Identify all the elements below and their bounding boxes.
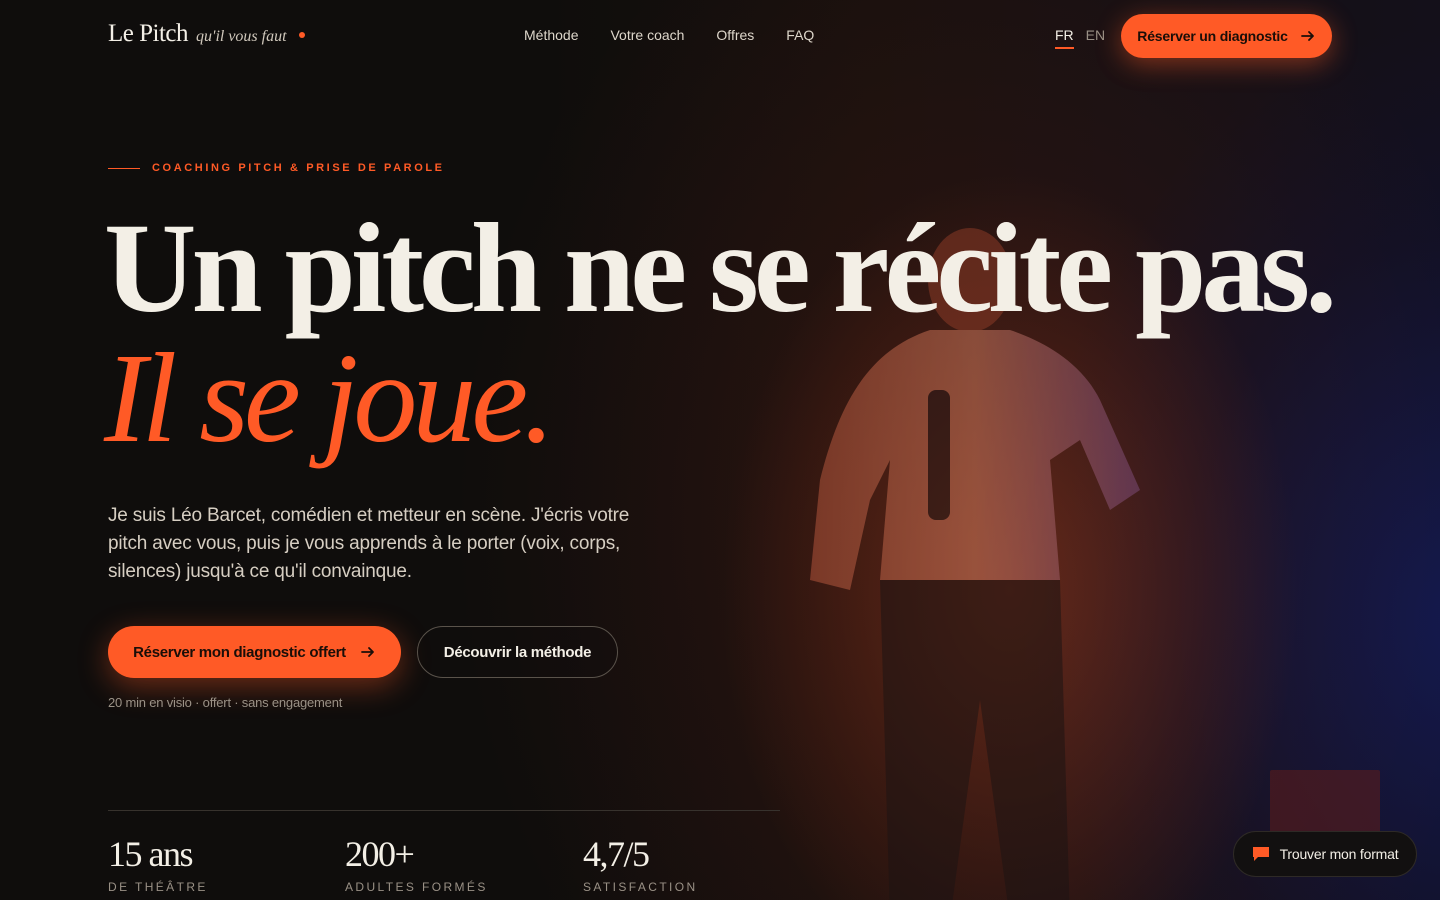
eyebrow-text: COACHING PITCH & PRISE DE PAROLE (152, 162, 445, 174)
arrow-right-icon (1300, 31, 1314, 41)
nav-link-faq[interactable]: FAQ (786, 27, 814, 43)
language-switcher: FR EN (1055, 27, 1105, 49)
hero-title: Un pitch ne se récite pas. (104, 197, 1337, 339)
discover-method-button[interactable]: Découvrir la méthode (417, 626, 618, 678)
find-format-label: Trouver mon format (1279, 846, 1399, 862)
logo-name: Le Pitch (108, 20, 189, 47)
hero-title-accent: Il se joue. (104, 327, 555, 469)
stat-label: SATISFACTION (583, 880, 698, 894)
book-diagnostic-label: Réserver un diagnostic (1137, 28, 1288, 44)
chat-bubble-icon (1252, 847, 1269, 861)
stats-divider (108, 810, 780, 811)
stat-value: 15 ans (108, 834, 193, 874)
lang-en[interactable]: EN (1086, 27, 1105, 49)
logo[interactable]: Le Pitch qu'il vous faut (108, 20, 305, 48)
site-header: Le Pitch qu'il vous faut Méthode Votre c… (0, 0, 1440, 72)
eyebrow-line (108, 167, 140, 169)
find-format-button[interactable]: Trouver mon format (1233, 831, 1417, 877)
logo-tagline: qu'il vous faut (196, 28, 287, 45)
stat-value: 200+ (345, 834, 415, 874)
main-nav: Méthode Votre coach Offres FAQ (524, 27, 814, 43)
stat-adults: 200+ ADULTES FORMÉS (345, 832, 488, 894)
book-diagnostic-button[interactable]: Réserver un diagnostic (1121, 14, 1332, 58)
book-free-diagnostic-button[interactable]: Réserver mon diagnostic offert (108, 626, 401, 678)
nav-link-votre-coach[interactable]: Votre coach (610, 27, 684, 43)
stat-label: ADULTES FORMÉS (345, 880, 488, 894)
eyebrow: COACHING PITCH & PRISE DE PAROLE (108, 162, 445, 174)
stat-years: 15 ans DE THÉÂTRE (108, 832, 208, 894)
stat-label: DE THÉÂTRE (108, 880, 208, 894)
cta-note: 20 min en visio · offert · sans engageme… (108, 695, 343, 710)
nav-link-offres[interactable]: Offres (716, 27, 754, 43)
stage-prop (1270, 770, 1380, 840)
logo-dot (298, 32, 305, 38)
stat-value: 4,7/5 (583, 834, 650, 874)
nav-link-methode[interactable]: Méthode (524, 27, 578, 43)
book-free-diagnostic-label: Réserver mon diagnostic offert (133, 643, 346, 661)
lang-fr[interactable]: FR (1055, 27, 1074, 49)
arrow-right-icon (360, 647, 374, 657)
stat-satisfaction: 4,7/5 SATISFACTION (583, 832, 698, 894)
hero-lede: Je suis Léo Barcet, comédien et metteur … (108, 505, 630, 582)
